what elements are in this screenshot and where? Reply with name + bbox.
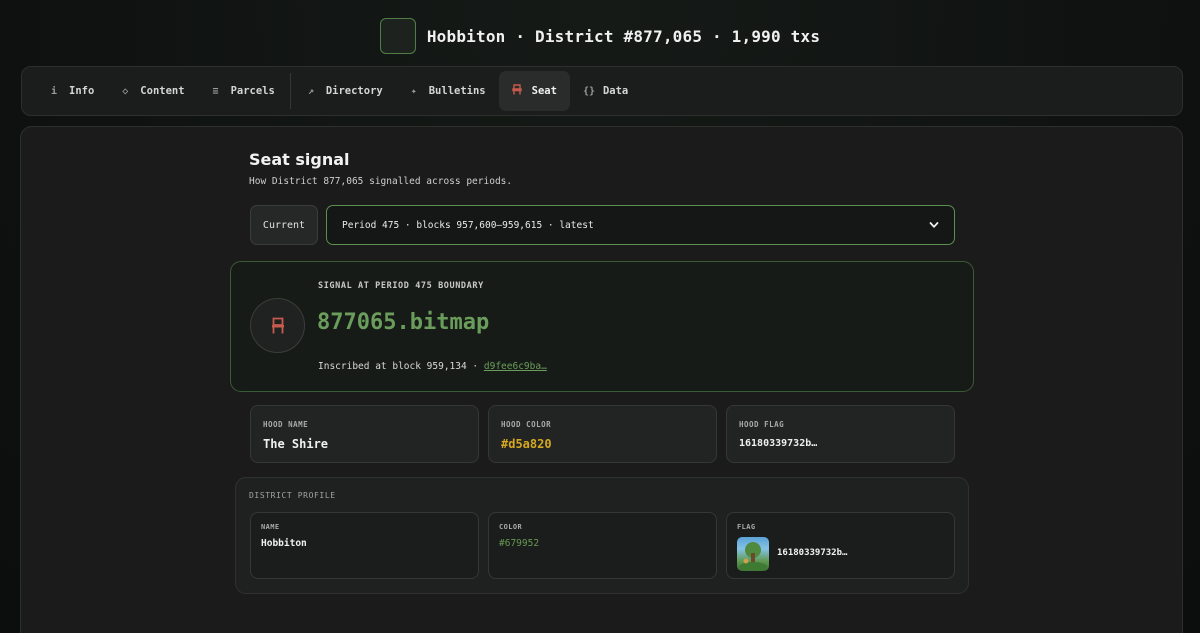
tab-label: Directory <box>325 85 383 97</box>
info-icon: i <box>50 85 58 97</box>
chevron-down-icon <box>929 222 939 228</box>
profile-color-label: COLOR <box>499 523 523 531</box>
inscribed-block: Inscribed at block 959,134 · <box>318 361 484 372</box>
signal-value: 877065.bitmap <box>317 310 490 335</box>
flag-image-art <box>739 542 767 571</box>
period-select[interactable]: Period 475 · blocks 957,600–959,615 · la… <box>326 205 955 245</box>
profile-flag-label: FLAG <box>737 523 756 531</box>
profile-flag-value: 16180339732b… <box>777 548 848 558</box>
tab-data[interactable]: {} Data <box>570 71 641 111</box>
page-header: Hobbiton · District #877,065 · 1,990 txs <box>0 16 1200 56</box>
tab-label: Info <box>69 85 95 97</box>
tab-parcels[interactable]: ≡ Parcels <box>198 71 288 111</box>
section-title: Seat signal <box>249 150 350 169</box>
hood-name-value: The Shire <box>263 437 329 451</box>
profile-flag-card: FLAG 16180339732b… <box>726 512 955 579</box>
chair-icon <box>271 317 284 333</box>
tab-label: Data <box>602 85 629 97</box>
tab-divider <box>289 73 291 109</box>
profile-name-label: NAME <box>261 523 280 531</box>
hood-name-card: HOOD NAME The Shire <box>250 405 479 463</box>
district-logo <box>379 18 416 54</box>
hood-name-label: HOOD NAME <box>263 420 309 429</box>
hood-color-card: HOOD COLOR #d5a820 <box>488 405 717 463</box>
braces-icon: {} <box>582 85 595 97</box>
tab-bar: i Info ◇ Content ≡ Parcels ↗ Directory ✦… <box>21 66 1183 116</box>
signal-label: SIGNAL AT PERIOD 475 BOUNDARY <box>318 281 484 291</box>
inscription-info: Inscribed at block 959,134 · d9fee6c9ba… <box>318 361 547 372</box>
current-period-button[interactable]: Current <box>250 205 318 245</box>
tab-content[interactable]: ◇ Content <box>107 71 197 111</box>
district-profile-label: DISTRICT PROFILE <box>249 491 336 500</box>
hood-color-label: HOOD COLOR <box>501 420 552 429</box>
period-select-value: Period 475 · blocks 957,600–959,615 · la… <box>342 219 594 231</box>
tab-directory[interactable]: ↗ Directory <box>293 71 396 111</box>
tab-label: Seat <box>531 85 557 97</box>
page-title: Hobbiton · District #877,065 · 1,990 txs <box>426 26 821 46</box>
profile-name-card: NAME Hobbiton <box>250 512 479 579</box>
hood-flag-label: HOOD FLAG <box>739 420 785 429</box>
profile-name-value: Hobbiton <box>261 538 307 549</box>
section-subtitle: How District 877,065 signalled across pe… <box>249 176 513 187</box>
tab-label: Bulletins <box>428 85 486 97</box>
tab-bulletins[interactable]: ✦ Bulletins <box>396 71 499 111</box>
hood-color-value: #d5a820 <box>501 437 552 451</box>
sparkle-icon: ✦ <box>410 85 417 97</box>
tab-label: Parcels <box>230 85 275 97</box>
profile-color-value: #679952 <box>499 538 540 549</box>
seat-avatar <box>250 298 305 353</box>
tab-seat[interactable]: Seat <box>498 71 570 111</box>
arrow-up-right-icon: ↗ <box>307 85 314 97</box>
hood-flag-value: 16180339732b… <box>739 438 818 449</box>
list-icon: ≡ <box>212 85 219 97</box>
tx-link[interactable]: d9fee6c9ba… <box>484 361 547 372</box>
chair-icon-svg <box>511 84 522 95</box>
flag-image <box>737 537 769 571</box>
hood-flag-card: HOOD FLAG 16180339732b… <box>726 405 955 463</box>
tab-label: Content <box>140 85 185 97</box>
diamond-icon: ◇ <box>122 85 129 97</box>
tab-info[interactable]: i Info <box>36 71 107 111</box>
profile-color-card: COLOR #679952 <box>488 512 717 579</box>
chair-icon <box>511 84 522 98</box>
